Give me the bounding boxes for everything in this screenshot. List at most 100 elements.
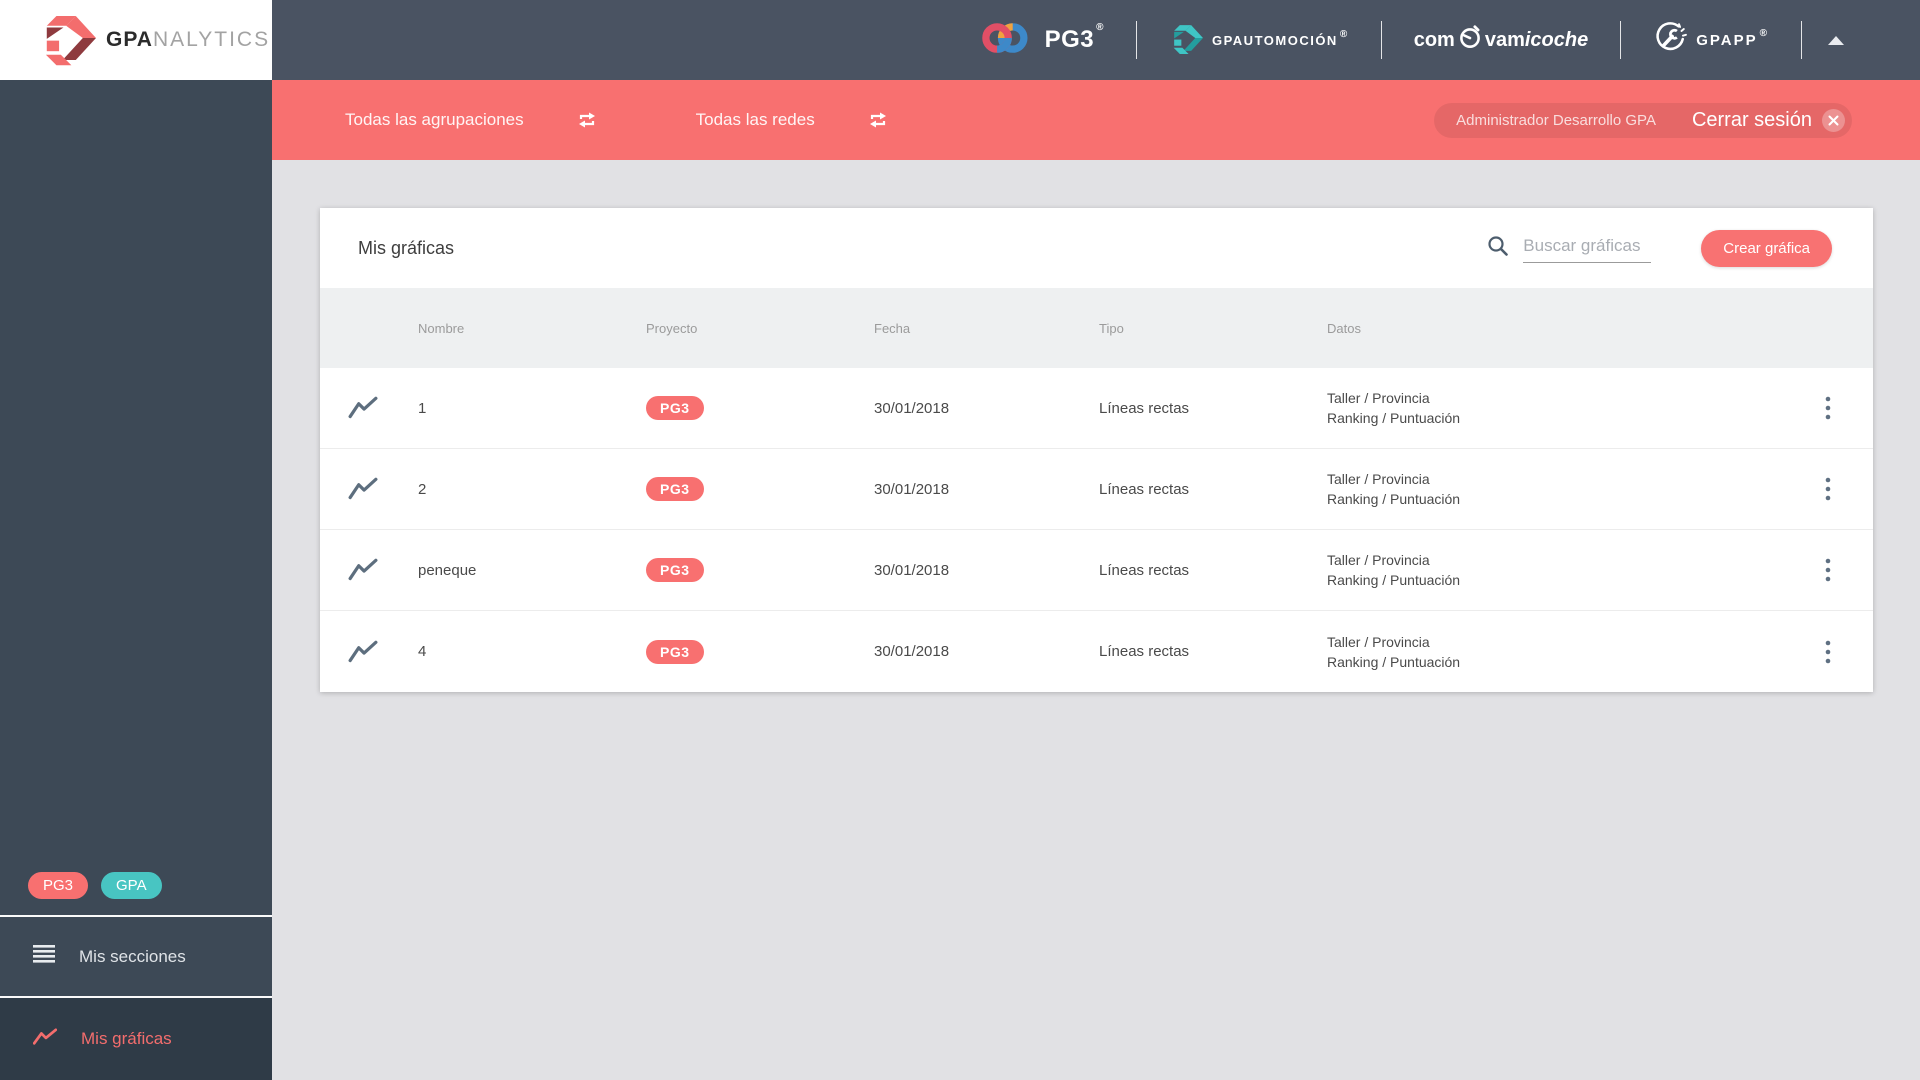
row-menu-button[interactable] bbox=[1783, 396, 1873, 420]
table-header-row: Nombre Proyecto Fecha Tipo Datos bbox=[320, 288, 1873, 368]
sidebar-item-label: Mis gráficas bbox=[81, 1029, 172, 1048]
chart-name: 1 bbox=[418, 399, 427, 417]
data-line-2: Ranking / Puntuación bbox=[1327, 410, 1461, 426]
chart-date: 30/01/2018 bbox=[874, 643, 950, 660]
row-menu-button[interactable] bbox=[1783, 640, 1873, 664]
table-row[interactable]: peneque PG3 30/01/2018 Líneas rectas Tal… bbox=[320, 530, 1873, 611]
th-nombre: Nombre bbox=[418, 320, 465, 336]
page-title: Mis gráficas bbox=[358, 237, 455, 258]
table-row[interactable]: 4 PG3 30/01/2018 Líneas rectas Taller / … bbox=[320, 611, 1873, 692]
table-row[interactable]: 1 PG3 30/01/2018 Líneas rectas Taller / … bbox=[320, 368, 1873, 449]
networks-filter[interactable]: Todas las redes bbox=[696, 110, 815, 130]
gpapp-label: GPAPP ® bbox=[1696, 27, 1769, 49]
search-box bbox=[1486, 234, 1652, 263]
project-cell: PG3 bbox=[646, 558, 874, 582]
search-input[interactable] bbox=[1523, 235, 1652, 263]
chart-type: Líneas rectas bbox=[1099, 561, 1190, 579]
badge-gpa[interactable]: GPA bbox=[101, 872, 162, 899]
project-badge: PG3 bbox=[646, 477, 704, 501]
project-badge: PG3 bbox=[646, 396, 704, 420]
collapse-control bbox=[1802, 35, 1870, 45]
sidebar-item-label: Mis secciones bbox=[79, 946, 186, 966]
comprovamicoche-prefix: com bbox=[1413, 28, 1455, 51]
main-content: Mis gráficas Crear gráfica Nombre bbox=[272, 160, 1920, 1080]
pg3-label: PG3 ® bbox=[1044, 22, 1104, 53]
chart-date: 30/01/2018 bbox=[874, 399, 950, 417]
chart-date: 30/01/2018 bbox=[874, 561, 950, 579]
menu-icon bbox=[33, 944, 55, 969]
chart-data-fields: Taller / Provincia Ranking / Puntuación bbox=[1327, 469, 1783, 509]
search-icon bbox=[1486, 234, 1510, 263]
chart-type: Líneas rectas bbox=[1099, 643, 1190, 660]
gpa-analytics-icon bbox=[38, 10, 96, 71]
pg3-infinity-icon bbox=[977, 19, 1035, 62]
chart-type: Líneas rectas bbox=[1099, 480, 1190, 498]
swap-networks-icon[interactable] bbox=[867, 109, 889, 131]
charts-card: Mis gráficas Crear gráfica Nombre bbox=[320, 208, 1873, 692]
badge-pg3[interactable]: PG3 bbox=[28, 872, 89, 899]
brand-name-bold: GPA bbox=[106, 28, 153, 51]
data-line-2: Ranking / Puntuación bbox=[1327, 572, 1461, 588]
row-chart-icon bbox=[320, 396, 418, 420]
create-chart-button[interactable]: Crear gráfica bbox=[1701, 229, 1832, 267]
sidebar: PG3 GPA Mis secciones Mis gráficas bbox=[0, 80, 272, 1080]
project-cell: PG3 bbox=[646, 639, 874, 664]
collapse-arrow-icon[interactable] bbox=[1828, 35, 1844, 45]
swap-groupings-icon[interactable] bbox=[576, 109, 598, 131]
sidebar-item-mis-secciones[interactable]: Mis secciones bbox=[0, 917, 272, 996]
row-menu-button[interactable] bbox=[1783, 558, 1873, 582]
th-proyecto: Proyecto bbox=[646, 320, 698, 336]
logo-gpapp: GPAPP ® bbox=[1621, 21, 1801, 60]
row-chart-icon bbox=[320, 477, 418, 501]
data-line-1: Taller / Provincia bbox=[1327, 390, 1430, 406]
wrench-icon bbox=[1653, 21, 1688, 60]
row-chart-icon bbox=[320, 558, 418, 582]
logout-button[interactable]: Cerrar sesión bbox=[1692, 109, 1812, 132]
chart-data-fields: Taller / Provincia Ranking / Puntuación bbox=[1327, 388, 1783, 428]
chart-name: 2 bbox=[418, 480, 427, 498]
stopwatch-icon bbox=[1455, 23, 1485, 57]
right-column: PG3 ® GPAUTOMOCIÓN ® com vam icoche GPAP… bbox=[272, 0, 1920, 1080]
user-name: Administrador Desarrollo GPA bbox=[1456, 111, 1656, 129]
brand-logo: GPANALYTICS® bbox=[0, 0, 280, 80]
top-header: PG3 ® GPAUTOMOCIÓN ® com vam icoche GPAP… bbox=[272, 0, 1920, 80]
data-line-1: Taller / Provincia bbox=[1327, 633, 1430, 650]
chart-date: 30/01/2018 bbox=[874, 480, 950, 498]
th-tipo: Tipo bbox=[1099, 320, 1124, 336]
th-fecha: Fecha bbox=[874, 320, 911, 336]
logout-close-icon[interactable] bbox=[1822, 108, 1845, 132]
logo-gpautomocion: GPAUTOMOCIÓN ® bbox=[1137, 22, 1381, 59]
data-line-2: Ranking / Puntuación bbox=[1327, 653, 1461, 670]
data-line-1: Taller / Provincia bbox=[1327, 552, 1430, 568]
sidebar-item-mis-graficas[interactable]: Mis gráficas bbox=[0, 998, 272, 1080]
th-datos: Datos bbox=[1327, 320, 1361, 336]
line-chart-icon bbox=[32, 1027, 58, 1051]
sidebar-badges: PG3 GPA bbox=[28, 872, 272, 899]
project-cell: PG3 bbox=[646, 477, 874, 501]
chart-type: Líneas rectas bbox=[1099, 399, 1190, 417]
data-line-2: Ranking / Puntuación bbox=[1327, 491, 1461, 507]
row-chart-icon bbox=[320, 640, 418, 664]
brand-name: GPANALYTICS® bbox=[106, 26, 281, 52]
chart-data-fields: Taller / Provincia Ranking / Puntuación bbox=[1327, 550, 1783, 590]
row-menu-button[interactable] bbox=[1783, 477, 1873, 501]
project-badge: PG3 bbox=[646, 639, 704, 664]
logo-comprovamicoche: com vam icoche bbox=[1382, 23, 1621, 57]
comprovamicoche-suffix: icoche bbox=[1524, 28, 1589, 51]
gpautomocion-label: GPAUTOMOCIÓN ® bbox=[1211, 28, 1349, 48]
project-cell: PG3 bbox=[646, 396, 874, 420]
table-row[interactable]: 2 PG3 30/01/2018 Líneas rectas Taller / … bbox=[320, 449, 1873, 530]
user-session-pill: Administrador Desarrollo GPA Cerrar sesi… bbox=[1434, 102, 1852, 138]
chart-name: peneque bbox=[418, 561, 477, 579]
groupings-filter[interactable]: Todas las agrupaciones bbox=[345, 110, 524, 130]
filter-bar: Todas las agrupaciones Todas las redes A… bbox=[272, 80, 1920, 160]
logo-pg3: PG3 ® bbox=[945, 19, 1136, 62]
gpautomocion-icon bbox=[1169, 22, 1203, 59]
chart-data-fields: Taller / Provincia Ranking / Puntuación bbox=[1327, 632, 1783, 672]
card-header: Mis gráficas Crear gráfica bbox=[320, 208, 1873, 288]
chart-name: 4 bbox=[418, 643, 427, 660]
data-line-1: Taller / Provincia bbox=[1327, 471, 1430, 487]
brand-name-light: NALYTICS bbox=[152, 28, 271, 51]
project-badge: PG3 bbox=[646, 558, 704, 582]
